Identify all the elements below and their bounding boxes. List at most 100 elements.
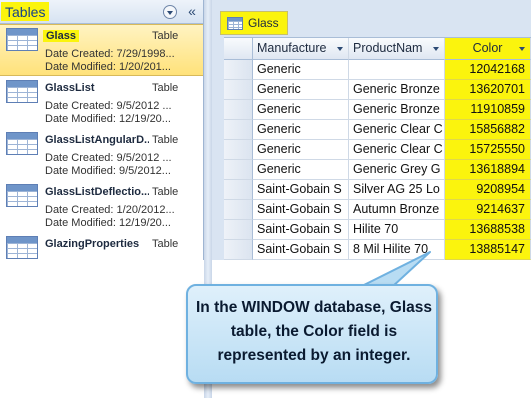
record-selector[interactable]: [224, 160, 253, 180]
nav-item-name: GlassListAngularD...: [45, 134, 149, 146]
table-row[interactable]: Generic Generic Bronze 13620701: [224, 80, 531, 100]
nav-item-date-created: Date Created: 7/29/1998...: [45, 48, 175, 60]
nav-item-type: Table: [152, 238, 179, 250]
document-tab-label: Glass: [248, 16, 279, 30]
record-selector[interactable]: [224, 180, 253, 200]
cell-manufacturer[interactable]: Saint-Gobain S: [253, 200, 349, 220]
table-row[interactable]: Generic Generic Clear C 15856882: [224, 120, 531, 140]
record-selector[interactable]: [224, 80, 253, 100]
table-icon: [6, 132, 38, 155]
column-header-row: Manufacture ProductNam Color: [224, 38, 531, 60]
cell-manufacturer[interactable]: Generic: [253, 140, 349, 160]
column-header-label: Color: [472, 41, 503, 55]
nav-item-date-modified: Date Modified: 12/19/20...: [45, 217, 171, 229]
nav-item-type: Table: [152, 186, 179, 198]
table-icon: [6, 80, 38, 103]
record-selector[interactable]: [224, 60, 253, 80]
cell-manufacturer[interactable]: Generic: [253, 100, 349, 120]
cell-color[interactable]: 9208954: [445, 180, 531, 200]
callout-box: In the WINDOW database, Glass table, the…: [186, 284, 438, 384]
table-row[interactable]: Generic Generic Bronze 11910859: [224, 100, 531, 120]
nav-item-type: Table: [152, 30, 179, 42]
table-row[interactable]: Generic Generic Clear C 15725550: [224, 140, 531, 160]
cell-color[interactable]: 12042168: [445, 60, 531, 80]
table-row[interactable]: Generic Generic Grey G 13618894: [224, 160, 531, 180]
cell-productname[interactable]: Generic Clear C: [349, 120, 445, 140]
record-selector[interactable]: [224, 100, 253, 120]
cell-productname[interactable]: Generic Clear C: [349, 140, 445, 160]
chevron-down-icon[interactable]: [163, 5, 177, 19]
cell-color[interactable]: 15725550: [445, 140, 531, 160]
cell-productname[interactable]: Hilite 70: [349, 220, 445, 240]
nav-item-date-created: Date Created: 9/5/2012 ...: [45, 152, 172, 164]
cell-manufacturer[interactable]: Generic: [253, 120, 349, 140]
select-all-corner[interactable]: [224, 38, 253, 60]
table-icon: [6, 184, 38, 207]
cell-color[interactable]: 13885147: [445, 240, 531, 260]
nav-item-glass[interactable]: Glass Table Date Created: 7/29/1998... D…: [0, 24, 203, 76]
cell-color[interactable]: 13618894: [445, 160, 531, 180]
nav-item-date-created: Date Created: 9/5/2012 ...: [45, 100, 172, 112]
cell-productname[interactable]: 8 Mil Hilite 70: [349, 240, 445, 260]
cell-productname[interactable]: Generic Grey G: [349, 160, 445, 180]
nav-item-name: GlassListDeflectio...: [45, 186, 149, 198]
column-header-productname[interactable]: ProductNam: [349, 38, 445, 60]
record-selector[interactable]: [224, 220, 253, 240]
record-selector[interactable]: [224, 140, 253, 160]
cell-productname[interactable]: Silver AG 25 Lo: [349, 180, 445, 200]
table-row[interactable]: Saint-Gobain S Silver AG 25 Lo 9208954: [224, 180, 531, 200]
collapse-pane-icon[interactable]: «: [185, 3, 199, 19]
cell-color[interactable]: 11910859: [445, 100, 531, 120]
nav-item-glasslistangular[interactable]: GlassListAngularD... Table Date Created:…: [0, 129, 203, 181]
column-header-label: Manufacture: [257, 41, 327, 55]
table-row[interactable]: Saint-Gobain S Autumn Bronze 9214637: [224, 200, 531, 220]
cell-manufacturer[interactable]: Saint-Gobain S: [253, 220, 349, 240]
cell-manufacturer[interactable]: Generic: [253, 60, 349, 80]
nav-item-type: Table: [152, 82, 179, 94]
navigation-pane: Tables « Glass Table Date Created: 7/29/…: [0, 0, 204, 260]
column-header-manufacturer[interactable]: Manufacture: [253, 38, 349, 60]
chevron-down-icon[interactable]: [433, 47, 439, 51]
nav-item-name: Glass: [43, 30, 79, 42]
nav-item-date-modified: Date Modified: 9/5/2012...: [45, 165, 171, 177]
table-row[interactable]: Saint-Gobain S Hilite 70 13688538: [224, 220, 531, 240]
nav-item-glazingproperties[interactable]: GlazingProperties Table: [0, 233, 203, 260]
column-header-color[interactable]: Color: [445, 38, 531, 60]
chevron-down-icon[interactable]: [337, 47, 343, 51]
cell-manufacturer[interactable]: Generic: [253, 80, 349, 100]
cell-manufacturer[interactable]: Saint-Gobain S: [253, 180, 349, 200]
cell-productname[interactable]: Autumn Bronze: [349, 200, 445, 220]
nav-item-date-modified: Date Modified: 12/19/20...: [45, 113, 171, 125]
document-tab-glass[interactable]: Glass: [220, 11, 288, 35]
chevron-down-icon[interactable]: [519, 47, 525, 51]
cell-manufacturer[interactable]: Generic: [253, 160, 349, 180]
nav-item-name: GlassList: [45, 82, 95, 94]
cell-color[interactable]: 15856882: [445, 120, 531, 140]
cell-productname[interactable]: [349, 60, 445, 80]
datasheet-area: Glass Manufacture ProductNam Color Gener…: [212, 0, 531, 260]
column-header-label: ProductNam: [353, 41, 423, 55]
nav-item-glasslistdeflection[interactable]: GlassListDeflectio... Table Date Created…: [0, 181, 203, 233]
cell-color[interactable]: 13688538: [445, 220, 531, 240]
record-selector[interactable]: [224, 200, 253, 220]
nav-item-date-modified: Date Modified: 1/20/201...: [45, 61, 171, 73]
navigation-pane-header: Tables «: [0, 0, 203, 24]
table-icon: [227, 17, 243, 30]
nav-item-type: Table: [152, 134, 179, 146]
nav-item-date-created: Date Created: 1/20/2012...: [45, 204, 175, 216]
cell-productname[interactable]: Generic Bronze: [349, 80, 445, 100]
nav-item-glasslist[interactable]: GlassList Table Date Created: 9/5/2012 .…: [0, 77, 203, 129]
record-selector[interactable]: [224, 240, 253, 260]
cell-manufacturer[interactable]: Saint-Gobain S: [253, 240, 349, 260]
cell-color[interactable]: 9214637: [445, 200, 531, 220]
table-row[interactable]: Saint-Gobain S8 Mil Hilite 70 13885147: [224, 240, 531, 260]
nav-item-name: GlazingProperties: [45, 238, 140, 250]
navigation-pane-title[interactable]: Tables: [1, 2, 50, 21]
cell-color[interactable]: 13620701: [445, 80, 531, 100]
callout-text: In the WINDOW database, Glass table, the…: [196, 299, 432, 364]
record-selector[interactable]: [224, 120, 253, 140]
datasheet-grid: Manufacture ProductNam Color Generic 1204…: [224, 37, 531, 260]
table-icon: [6, 236, 38, 259]
table-row[interactable]: Generic 12042168: [224, 60, 531, 80]
cell-productname[interactable]: Generic Bronze: [349, 100, 445, 120]
